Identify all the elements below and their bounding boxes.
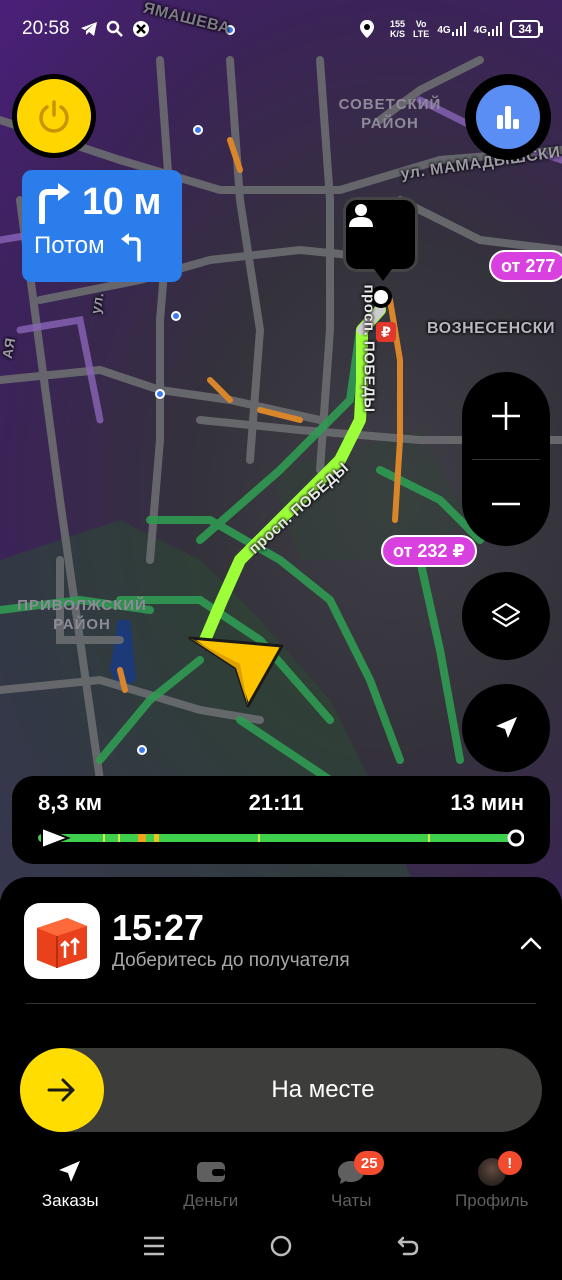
order-sheet: 15:27 Доберитесь до получателя На месте [0,877,562,1147]
divider [26,1003,536,1004]
layers-icon [491,602,521,628]
status-time: 20:58 [22,18,70,39]
route-arrival-time: 21:11 [248,790,304,815]
system-navigation-bar [0,1217,562,1280]
nav-orders[interactable]: Заказы [0,1147,141,1217]
zoom-in-button[interactable] [462,372,550,459]
menu-icon [143,1236,164,1256]
home-circle-icon [270,1235,292,1257]
zoom-out-button[interactable] [462,460,550,547]
chats-badge: 25 [354,1151,385,1175]
nav-chats-label: Чаты [331,1191,372,1210]
arrow-right-icon [47,1078,75,1102]
bar-chart-icon [497,106,519,129]
home-button[interactable] [269,1234,293,1263]
minus-icon [492,502,520,505]
nav-profile[interactable]: ! Профиль [422,1147,562,1217]
wallet-icon [196,1162,225,1182]
battery-indicator: 34 [510,20,543,38]
nav-money[interactable]: Деньги [141,1147,282,1217]
back-icon [398,1236,419,1256]
app-notification-icon [130,18,152,40]
chevron-up-icon [520,937,542,950]
arrived-slider[interactable]: На месте [20,1048,542,1132]
volte-indicator: Vo LTE [412,19,430,39]
search-icon [104,18,126,40]
turn-right-icon [39,183,70,224]
order-subtitle: Доберитесь до получателя [112,950,350,971]
power-icon [39,100,69,133]
maneuver-then-label: Потом [34,232,105,259]
person-icon [349,204,373,227]
signal-1-icon: 4G [437,22,466,36]
nav-chats[interactable]: 25 Чаты [281,1147,422,1217]
go-offline-button[interactable] [12,74,96,158]
price-tag-277[interactable]: от 277 [489,250,562,282]
signal-2-icon: 4G [474,22,502,36]
statistics-button[interactable] [465,74,551,160]
map-layers-button[interactable] [462,572,550,660]
network-speed: 155 K/S [389,19,405,39]
nav-money-label: Деньги [183,1191,239,1210]
maneuver-distance: 10 м [82,180,161,223]
district-label-sovetsky: СОВЕТСКИЙ РАЙОН [338,96,442,132]
navigation-arrow-icon [59,1161,81,1182]
telegram-icon [78,18,100,40]
street-label-pobedy-vertical: просп. ПОБЕДЫ [360,284,378,413]
slider-knob[interactable] [20,1048,104,1132]
maneuver-card[interactable]: 10 м Потом [22,170,182,282]
client-location-pin[interactable] [343,197,418,281]
plus-icon [492,401,520,430]
bottom-navigation: Заказы Деньги 25 Чаты ! Профиль [0,1147,562,1217]
parcel-icon [24,903,100,979]
route-progress-panel: 8,3 км 21:11 13 мин [12,776,550,864]
nav-orders-label: Заказы [41,1191,99,1210]
order-eta-time: 15:27 [112,907,205,948]
street-label-voznesensky: ВОЗНЕСЕНСКИ [427,320,555,337]
district-label-privolzhsky: ПРИВОЛЖСКИЙ РАЙОН [17,597,147,633]
progress-arrow-icon [41,826,71,850]
location-arrow-icon [496,717,517,738]
location-icon [356,18,378,40]
expand-sheet-button[interactable] [515,927,547,959]
zoom-controls [462,372,550,546]
turn-left-icon [120,233,141,262]
status-bar: 20:58 155 K/S Vo LTE 4G 4G 34 [0,0,562,58]
route-duration: 13 мин [450,790,524,815]
recent-apps-button[interactable] [142,1235,166,1262]
route-progress-bar [38,826,525,850]
nav-profile-label: Профиль [455,1191,529,1210]
slider-label: На месте [271,1076,375,1103]
route-distance: 8,3 км [38,790,102,815]
my-location-button[interactable] [462,684,550,772]
parking-icon: ₽ [376,322,396,342]
profile-badge: ! [497,1151,522,1175]
back-button[interactable] [396,1234,420,1263]
